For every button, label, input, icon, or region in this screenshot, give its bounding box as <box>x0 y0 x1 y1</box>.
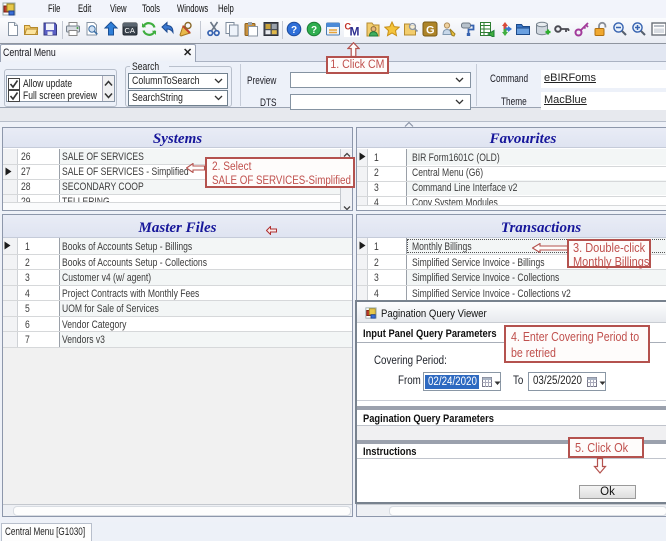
svg-text:CA: CA <box>125 26 135 35</box>
svg-text:G: G <box>426 25 435 37</box>
svg-text:?: ? <box>311 25 317 36</box>
svg-text:?: ? <box>291 25 297 36</box>
svg-text:M: M <box>350 25 360 38</box>
